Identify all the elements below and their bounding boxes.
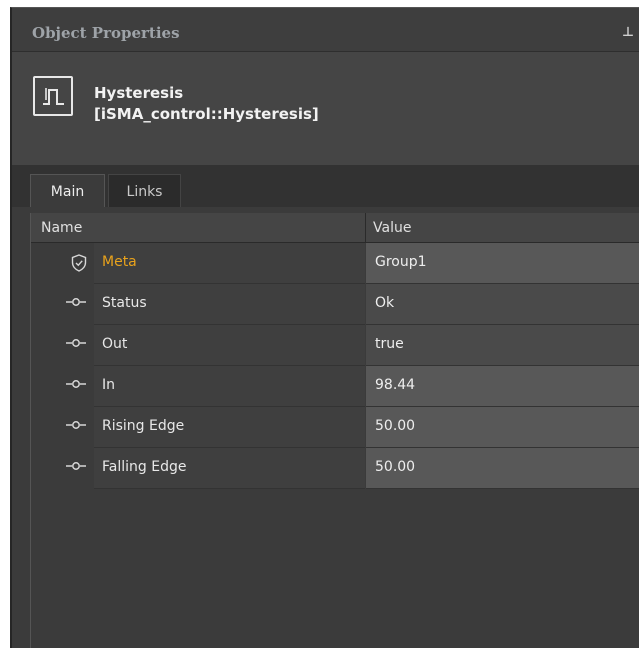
shield-icon: [71, 254, 87, 272]
row-name: Rising Edge: [102, 418, 185, 434]
tab-main[interactable]: Main: [30, 174, 105, 207]
column-header-name[interactable]: Name: [41, 220, 82, 236]
table-header: Name Value: [31, 213, 639, 243]
tab-links[interactable]: Links: [108, 174, 181, 207]
row-value[interactable]: true: [375, 336, 404, 352]
row-name: Status: [102, 295, 147, 311]
table-row[interactable]: Out true: [31, 325, 639, 366]
table-row[interactable]: Meta Group1: [31, 243, 639, 284]
panel-titlebar: Object Properties ⊥: [12, 8, 639, 52]
row-value[interactable]: 50.00: [375, 459, 415, 475]
slot-icon: [66, 339, 86, 347]
panel-title: Object Properties: [32, 24, 180, 42]
column-header-value[interactable]: Value: [373, 220, 411, 236]
row-name: Out: [102, 336, 128, 352]
row-name: In: [102, 377, 116, 393]
table-row[interactable]: In 98.44: [31, 366, 639, 407]
slot-icon: [66, 380, 86, 388]
object-properties-panel: Object Properties ⊥ Hysteresis [iSMA_con…: [10, 7, 639, 648]
row-name: Meta: [102, 254, 137, 270]
row-value[interactable]: Group1: [375, 254, 427, 270]
properties-table: Name Value Meta Group1 Status Ok Out tru…: [30, 213, 639, 648]
row-name: Falling Edge: [102, 459, 187, 475]
object-type: [iSMA_control::Hysteresis]: [94, 105, 319, 123]
table-row[interactable]: Falling Edge 50.00: [31, 448, 639, 489]
tab-bar: Main Links: [12, 165, 639, 207]
slot-icon: [66, 298, 86, 306]
hysteresis-icon: [33, 76, 73, 116]
row-value[interactable]: Ok: [375, 295, 394, 311]
slot-icon: [66, 421, 86, 429]
object-header: Hysteresis [iSMA_control::Hysteresis]: [12, 52, 639, 165]
row-value[interactable]: 50.00: [375, 418, 415, 434]
table-row[interactable]: Status Ok: [31, 284, 639, 325]
slot-icon: [66, 462, 86, 470]
table-row[interactable]: Rising Edge 50.00: [31, 407, 639, 448]
row-value[interactable]: 98.44: [375, 377, 415, 393]
pin-icon[interactable]: ⊥: [622, 25, 634, 40]
object-name: Hysteresis [iSMA_control::Hysteresis]: [94, 83, 319, 125]
column-divider[interactable]: [365, 213, 366, 243]
object-title: Hysteresis: [94, 84, 184, 102]
